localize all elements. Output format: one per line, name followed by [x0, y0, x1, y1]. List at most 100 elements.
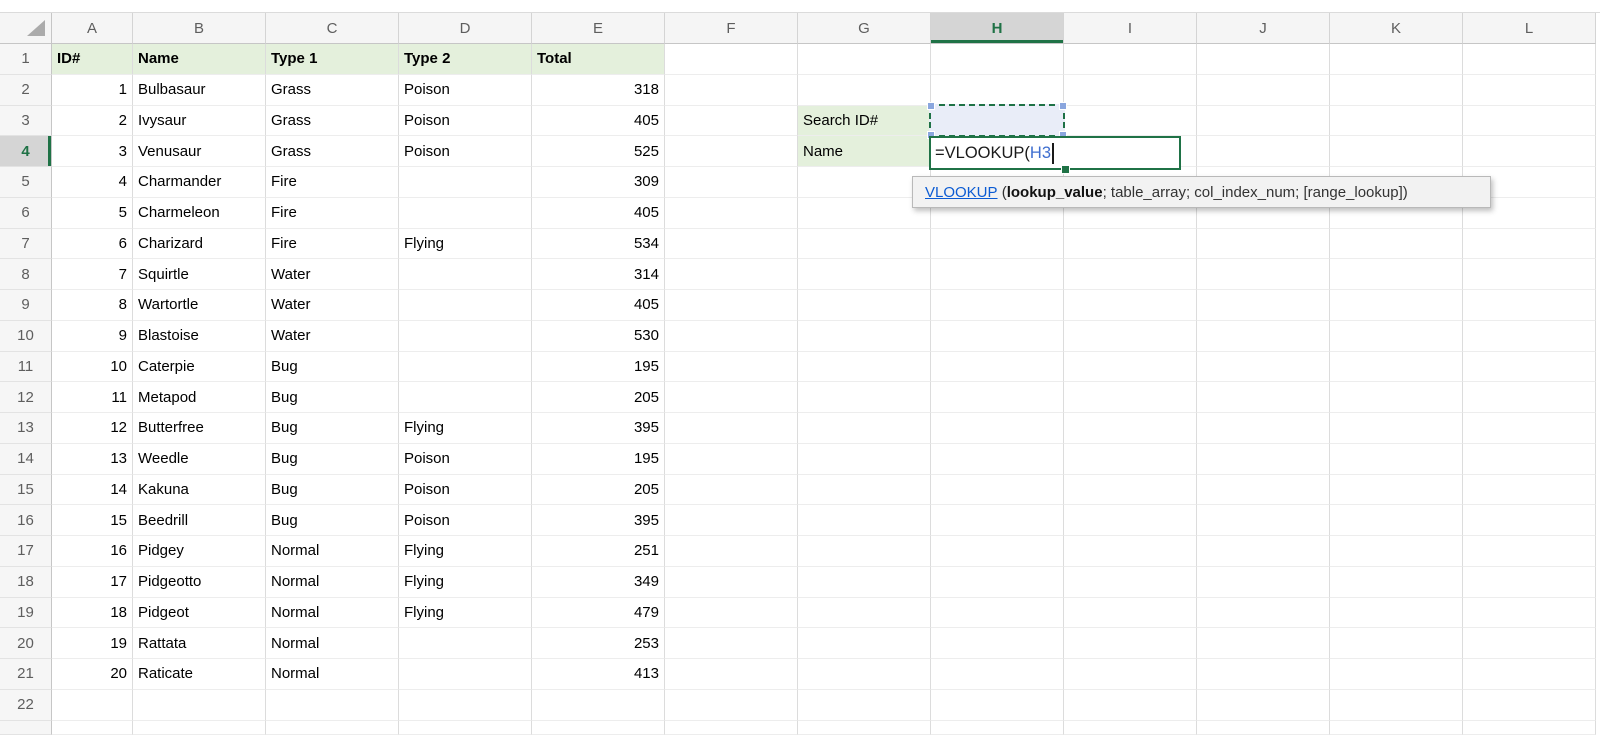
cell-K11[interactable] [1330, 352, 1463, 383]
row-header-2[interactable]: 2 [0, 75, 52, 106]
cell-K20[interactable] [1330, 628, 1463, 659]
cell-C19[interactable]: Normal [266, 598, 399, 629]
cell-I11[interactable] [1064, 352, 1197, 383]
cell-H1[interactable] [931, 44, 1064, 75]
cell-I3[interactable] [1064, 106, 1197, 137]
cell-F20[interactable] [665, 628, 798, 659]
cell-E21[interactable]: 413 [532, 659, 665, 690]
cell-A11[interactable]: 10 [52, 352, 133, 383]
cell-C15[interactable]: Bug [266, 475, 399, 506]
cell-B10[interactable]: Blastoise [133, 321, 266, 352]
cell-F23[interactable] [665, 721, 798, 735]
row-header-13[interactable]: 13 [0, 413, 52, 444]
cell-I1[interactable] [1064, 44, 1197, 75]
vlookup-help-link[interactable]: VLOOKUP [925, 184, 998, 201]
cell-B17[interactable]: Pidgey [133, 536, 266, 567]
cell-B2[interactable]: Bulbasaur [133, 75, 266, 106]
cell-H18[interactable] [931, 567, 1064, 598]
cell-D1[interactable]: Type 2 [399, 44, 532, 75]
cell-A2[interactable]: 1 [52, 75, 133, 106]
row-header-18[interactable]: 18 [0, 567, 52, 598]
cell-A1[interactable]: ID# [52, 44, 133, 75]
cell-G17[interactable] [798, 536, 931, 567]
cell-L7[interactable] [1463, 229, 1596, 260]
cell-E15[interactable]: 205 [532, 475, 665, 506]
cell-A7[interactable]: 6 [52, 229, 133, 260]
column-header-I[interactable]: I [1064, 13, 1197, 44]
cell-F12[interactable] [665, 382, 798, 413]
cell-J9[interactable] [1197, 290, 1330, 321]
cell-L15[interactable] [1463, 475, 1596, 506]
cell-D13[interactable]: Flying [399, 413, 532, 444]
cell-K2[interactable] [1330, 75, 1463, 106]
cell-J7[interactable] [1197, 229, 1330, 260]
cell-F9[interactable] [665, 290, 798, 321]
cell-D20[interactable] [399, 628, 532, 659]
cell-C16[interactable]: Bug [266, 505, 399, 536]
row-header-14[interactable]: 14 [0, 444, 52, 475]
cell-B1[interactable]: Name [133, 44, 266, 75]
cell-K8[interactable] [1330, 259, 1463, 290]
cell-E14[interactable]: 195 [532, 444, 665, 475]
cell-J16[interactable] [1197, 505, 1330, 536]
cell-B6[interactable]: Charmeleon [133, 198, 266, 229]
column-header-F[interactable]: F [665, 13, 798, 44]
cell-J10[interactable] [1197, 321, 1330, 352]
cell-B4[interactable]: Venusaur [133, 136, 266, 167]
cell-H17[interactable] [931, 536, 1064, 567]
cell-H10[interactable] [931, 321, 1064, 352]
cell-H13[interactable] [931, 413, 1064, 444]
cell-L10[interactable] [1463, 321, 1596, 352]
row-header-1[interactable]: 1 [0, 44, 52, 75]
cell-G21[interactable] [798, 659, 931, 690]
cell-D5[interactable] [399, 167, 532, 198]
row-header-21[interactable]: 21 [0, 659, 52, 690]
cell-A14[interactable]: 13 [52, 444, 133, 475]
row-header-8[interactable]: 8 [0, 259, 52, 290]
row-header-7[interactable]: 7 [0, 229, 52, 260]
cell-B22[interactable] [133, 690, 266, 721]
cell-A15[interactable]: 14 [52, 475, 133, 506]
cell-H2[interactable] [931, 75, 1064, 106]
cell-F2[interactable] [665, 75, 798, 106]
cell-A19[interactable]: 18 [52, 598, 133, 629]
cell-G20[interactable] [798, 628, 931, 659]
cell-G9[interactable] [798, 290, 931, 321]
column-header-G[interactable]: G [798, 13, 931, 44]
cell-B12[interactable]: Metapod [133, 382, 266, 413]
cell-A5[interactable]: 4 [52, 167, 133, 198]
column-header-C[interactable]: C [266, 13, 399, 44]
cell-H21[interactable] [931, 659, 1064, 690]
cell-I7[interactable] [1064, 229, 1197, 260]
cell-A12[interactable]: 11 [52, 382, 133, 413]
cell-G11[interactable] [798, 352, 931, 383]
cell-A16[interactable]: 15 [52, 505, 133, 536]
cell-E9[interactable]: 405 [532, 290, 665, 321]
cell-G14[interactable] [798, 444, 931, 475]
cell-D6[interactable] [399, 198, 532, 229]
cell-G1[interactable] [798, 44, 931, 75]
cell-I21[interactable] [1064, 659, 1197, 690]
cell-J4[interactable] [1197, 136, 1330, 167]
cell-F18[interactable] [665, 567, 798, 598]
cell-D2[interactable]: Poison [399, 75, 532, 106]
cell-D17[interactable]: Flying [399, 536, 532, 567]
cell-E16[interactable]: 395 [532, 505, 665, 536]
column-header-H[interactable]: H [931, 13, 1064, 44]
cell-L12[interactable] [1463, 382, 1596, 413]
cell-K4[interactable] [1330, 136, 1463, 167]
cell-J22[interactable] [1197, 690, 1330, 721]
row-header-11[interactable]: 11 [0, 352, 52, 383]
cell-B16[interactable]: Beedrill [133, 505, 266, 536]
cell-D19[interactable]: Flying [399, 598, 532, 629]
cell-E19[interactable]: 479 [532, 598, 665, 629]
cell-J1[interactable] [1197, 44, 1330, 75]
cell-I18[interactable] [1064, 567, 1197, 598]
cell-F16[interactable] [665, 505, 798, 536]
cell-G18[interactable] [798, 567, 931, 598]
cell-A23[interactable] [52, 721, 133, 735]
cell-J23[interactable] [1197, 721, 1330, 735]
cell-B18[interactable]: Pidgeotto [133, 567, 266, 598]
cell-C20[interactable]: Normal [266, 628, 399, 659]
row-header-16[interactable]: 16 [0, 505, 52, 536]
